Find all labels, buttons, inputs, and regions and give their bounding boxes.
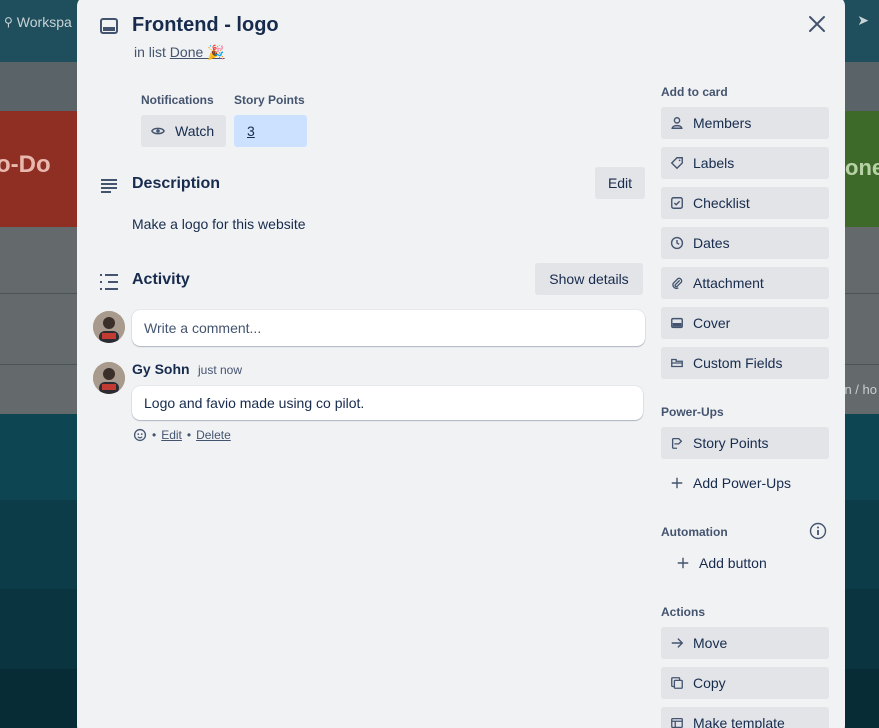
avatar[interactable] <box>93 362 125 394</box>
notifications-label: Notifications <box>141 93 214 107</box>
custom-fields-button[interactable]: Custom Fields <box>661 347 829 379</box>
avatar[interactable] <box>93 311 125 343</box>
emoji-reaction-icon[interactable] <box>133 428 147 442</box>
dates-label: Dates <box>693 235 730 251</box>
story-points-label: Story Points <box>234 93 305 107</box>
done-list-title: one <box>845 155 879 180</box>
move-label: Move <box>693 635 728 651</box>
comment-timestamp[interactable]: just now <box>198 363 242 377</box>
activity-icon <box>97 270 121 294</box>
card-list-location: in list Done 🎉 <box>134 44 225 61</box>
checkbox-icon <box>669 195 685 211</box>
make-template-label: Make template <box>693 715 785 728</box>
todo-list-title: o-Do <box>0 151 51 178</box>
card-icon <box>97 14 121 38</box>
done-list-cover: one <box>843 111 879 227</box>
clock-icon <box>669 235 685 251</box>
add-button-label: Add button <box>699 555 767 571</box>
make-template-button[interactable]: Make template <box>661 707 829 728</box>
todo-list-cover: o-Do <box>0 111 78 227</box>
separator: • <box>152 428 157 442</box>
comment-actions: • Edit • Delete <box>133 428 231 442</box>
copy-icon <box>669 675 685 691</box>
story-points-value[interactable]: 3 <box>234 115 307 147</box>
add-to-card-label: Add to card <box>661 85 728 99</box>
copy-button[interactable]: Copy <box>661 667 829 699</box>
custom-fields-icon <box>669 355 685 371</box>
info-icon[interactable] <box>809 522 827 540</box>
activity-heading: Activity <box>132 271 190 288</box>
actions-label: Actions <box>661 605 706 619</box>
power-ups-label: Power-Ups <box>661 405 724 419</box>
watch-label: Watch <box>175 123 215 139</box>
plus-icon <box>669 475 685 491</box>
share-icon[interactable]: ➤ <box>857 12 869 29</box>
list-link[interactable]: Done 🎉 <box>170 44 225 60</box>
description-heading: Description <box>132 175 221 192</box>
members-label: Members <box>693 115 752 131</box>
description-icon <box>97 174 121 198</box>
story-points-icon <box>669 435 685 451</box>
card-detail-modal: Frontend - logo in list Done 🎉 Notificat… <box>77 0 845 728</box>
story-points-powerup-button[interactable]: Story Points <box>661 427 829 459</box>
add-power-ups-button[interactable]: Add Power-Ups <box>661 467 829 499</box>
cover-label: Cover <box>693 315 731 331</box>
labels-label: Labels <box>693 155 735 171</box>
move-button[interactable]: Move <box>661 627 829 659</box>
eye-icon <box>151 124 165 138</box>
custom-fields-label: Custom Fields <box>693 355 783 371</box>
comment-body: Logo and favio made using co pilot. <box>132 386 643 420</box>
workspace-label: Workspa <box>16 14 72 30</box>
card-title[interactable]: Frontend - logo <box>132 14 279 37</box>
attachment-label: Attachment <box>693 275 764 291</box>
attachment-button[interactable]: Attachment <box>661 267 829 299</box>
checklist-button[interactable]: Checklist <box>661 187 829 219</box>
workspace-icon: ⚲ <box>4 15 13 29</box>
comment-author[interactable]: Gy Sohn <box>132 361 190 377</box>
description-text[interactable]: Make a logo for this website <box>132 216 306 232</box>
edit-description-button[interactable]: Edit <box>595 167 645 199</box>
add-power-ups-label: Add Power-Ups <box>693 475 792 491</box>
show-details-button[interactable]: Show details <box>535 263 643 295</box>
in-list-prefix: in list <box>134 44 166 60</box>
watch-button[interactable]: Watch <box>141 115 226 147</box>
copy-label: Copy <box>693 675 726 691</box>
close-icon <box>808 15 826 33</box>
story-points-powerup-label: Story Points <box>693 435 769 451</box>
workspace-switcher[interactable]: ⚲ Workspa <box>4 14 72 30</box>
edit-comment-link[interactable]: Edit <box>161 428 182 442</box>
arrow-right-icon <box>669 635 685 651</box>
cover-button[interactable]: Cover <box>661 307 829 339</box>
template-icon <box>669 715 685 728</box>
person-icon <box>669 115 685 131</box>
dates-button[interactable]: Dates <box>661 227 829 259</box>
comment-input[interactable]: Write a comment... <box>132 310 645 346</box>
automation-label: Automation <box>661 525 728 539</box>
separator: • <box>186 428 192 442</box>
delete-comment-link[interactable]: Delete <box>196 428 231 442</box>
members-button[interactable]: Members <box>661 107 829 139</box>
tag-icon <box>669 155 685 171</box>
plus-icon <box>675 555 691 571</box>
close-button[interactable] <box>803 10 831 38</box>
labels-button[interactable]: Labels <box>661 147 829 179</box>
paperclip-icon <box>669 275 685 291</box>
add-button-button[interactable]: Add button <box>667 547 835 579</box>
checklist-label: Checklist <box>693 195 750 211</box>
background-card-snippet: n / ho <box>844 382 877 397</box>
card-cover-icon <box>669 315 685 331</box>
